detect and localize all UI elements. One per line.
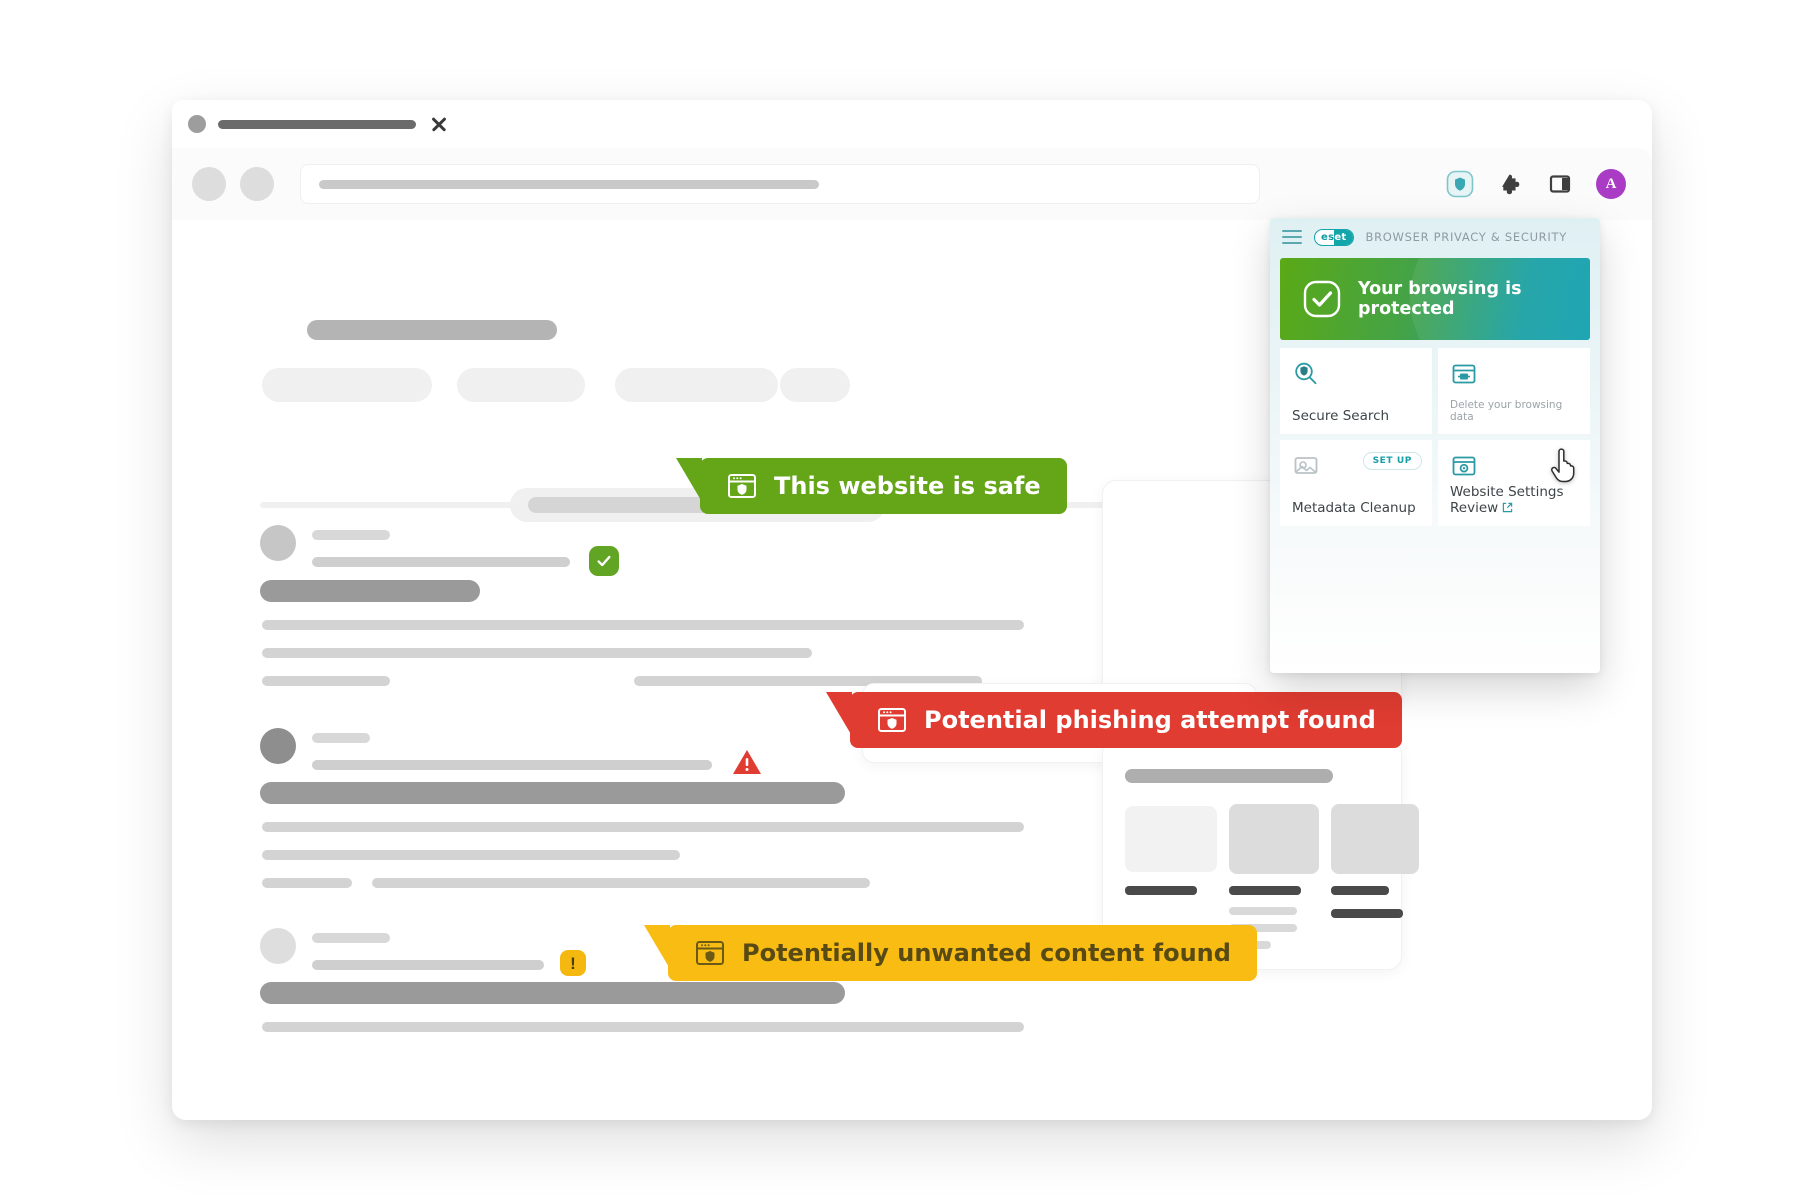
- article-2-meta: [312, 760, 712, 770]
- toolbar-icon-group: A: [1446, 169, 1626, 199]
- thumbnail-2-line-1: [1229, 907, 1297, 915]
- logo-part-1: es: [1321, 231, 1335, 243]
- page-title-placeholder: [307, 320, 557, 340]
- callout-phishing-label: Potential phishing attempt found: [924, 706, 1376, 734]
- address-bar[interactable]: [300, 164, 1260, 204]
- hamburger-menu-icon[interactable]: [1282, 229, 1302, 245]
- article-2-line-2: [262, 850, 680, 860]
- article-1-meta: [312, 557, 570, 567]
- article-3-avatar: [260, 928, 296, 964]
- extension-feature-grid: Secure Search Delete your browsing data …: [1280, 348, 1590, 526]
- thumbnail-2[interactable]: [1229, 804, 1319, 874]
- secure-search-icon: [1295, 362, 1317, 385]
- close-icon[interactable]: [428, 113, 450, 135]
- feature-card-metadata-cleanup[interactable]: SET UP Metadata Cleanup: [1280, 440, 1432, 526]
- metadata-cleanup-icon: [1294, 457, 1318, 474]
- browser-shield-icon: [728, 474, 756, 498]
- extension-header: es et BROWSER PRIVACY & SECURITY: [1270, 218, 1600, 256]
- callout-safe: This website is safe: [676, 458, 1067, 514]
- shield-check-icon: [1303, 280, 1341, 318]
- nav-pill-2[interactable]: [457, 368, 585, 402]
- thumbnail-3[interactable]: [1331, 804, 1419, 874]
- feature-card-secure-search[interactable]: Secure Search: [1280, 348, 1432, 434]
- article-3-headline: [260, 982, 845, 1004]
- callout-tail: [826, 692, 852, 736]
- tab-favicon: [188, 115, 206, 133]
- article-3-line-1: [262, 1022, 1024, 1032]
- browser-shield-icon: [878, 708, 906, 732]
- thumbnail-3-caption-2: [1331, 909, 1403, 918]
- nav-pill-3[interactable]: [615, 368, 778, 402]
- protection-status-text: Your browsing is protected: [1358, 279, 1522, 319]
- thumbnail-2-caption: [1229, 886, 1301, 895]
- article-1-line-1: [262, 620, 1024, 630]
- safe-check-badge: [589, 546, 619, 576]
- setup-badge[interactable]: SET UP: [1362, 452, 1422, 470]
- article-3-meta: [312, 960, 544, 970]
- tab-strip: [172, 100, 1652, 148]
- callout-safe-label: This website is safe: [774, 472, 1041, 500]
- thumbnail-3-caption: [1331, 886, 1389, 895]
- callout-unwanted: Potentially unwanted content found: [644, 925, 1257, 981]
- feature-card-label: Secure Search: [1292, 407, 1390, 424]
- article-1-avatar: [260, 525, 296, 561]
- nav-pill-1[interactable]: [262, 368, 432, 402]
- feature-card-label: Website Settings Review: [1450, 484, 1578, 516]
- browser-shield-icon: [696, 941, 724, 965]
- feature-card-delete-browsing-data[interactable]: Delete your browsing data: [1438, 348, 1590, 434]
- extension-title: BROWSER PRIVACY & SECURITY: [1365, 230, 1567, 244]
- mouse-cursor-pointer: [1551, 448, 1575, 483]
- article-1-author: [312, 530, 390, 540]
- eset-logo: es et: [1314, 228, 1354, 246]
- protection-status-banner: Your browsing is protected: [1280, 258, 1590, 340]
- side-card-heading: [1125, 769, 1333, 783]
- article-2-line-3b: [372, 878, 870, 888]
- article-2-line-3a: [262, 878, 352, 888]
- article-2-headline: [260, 782, 845, 804]
- sidebar-toggle-icon[interactable]: [1546, 170, 1574, 198]
- back-button[interactable]: [192, 167, 226, 201]
- delete-browsing-data-icon: [1452, 364, 1476, 384]
- feature-card-label: Metadata Cleanup: [1292, 499, 1416, 516]
- article-2-line-1: [262, 822, 1024, 832]
- browser-tab[interactable]: [172, 100, 470, 148]
- article-3-author: [312, 933, 390, 943]
- phishing-warning-badge: [732, 748, 762, 776]
- extensions-puzzle-icon[interactable]: [1496, 170, 1524, 198]
- external-link-icon[interactable]: [1502, 502, 1513, 513]
- eset-shield-icon[interactable]: [1446, 170, 1474, 198]
- unwanted-content-badge: !: [560, 950, 586, 976]
- thumbnail-1[interactable]: [1125, 806, 1217, 872]
- browser-toolbar: A: [172, 148, 1652, 220]
- forward-button[interactable]: [240, 167, 274, 201]
- article-1-headline: [260, 580, 480, 602]
- logo-part-2: et: [1334, 231, 1347, 243]
- callout-tail: [644, 925, 670, 969]
- nav-pill-4[interactable]: [780, 368, 850, 402]
- callout-unwanted-label: Potentially unwanted content found: [742, 939, 1231, 967]
- callout-tail: [676, 458, 702, 502]
- callout-phishing: Potential phishing attempt found: [826, 692, 1402, 748]
- article-2-author: [312, 733, 370, 743]
- avatar[interactable]: A: [1596, 169, 1626, 199]
- address-text-placeholder: [319, 179, 819, 189]
- thumbnail-1-caption: [1125, 886, 1197, 895]
- feature-card-label: Delete your browsing data: [1450, 398, 1563, 424]
- article-1-line-3a: [262, 676, 390, 686]
- article-1-line-2: [262, 648, 812, 658]
- article-2-avatar: [260, 728, 296, 764]
- tab-title-placeholder: [218, 119, 416, 129]
- website-settings-review-icon: [1452, 456, 1476, 476]
